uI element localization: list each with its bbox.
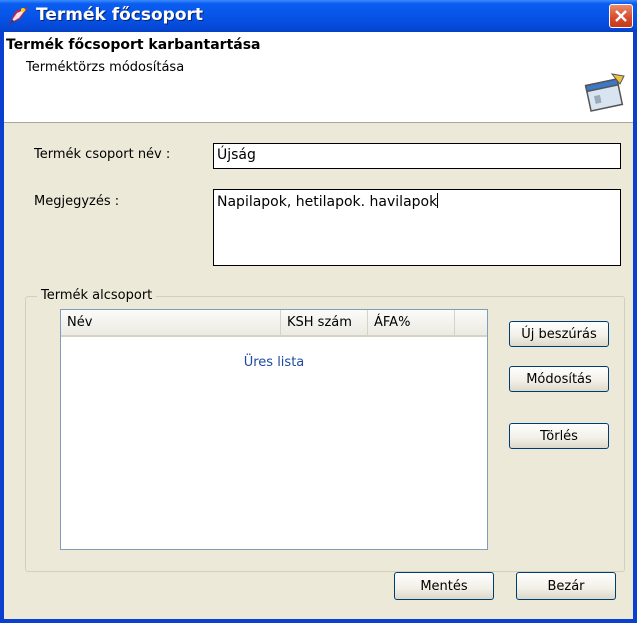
header-title: Termék főcsoport karbantartása <box>6 37 261 53</box>
group-name-label: Termék csoport név : <box>34 147 171 162</box>
text-caret <box>437 193 439 208</box>
close-button[interactable] <box>609 4 633 28</box>
app-icon <box>8 7 28 25</box>
dialog-client-area: Termék főcsoport karbantartása Terméktör… <box>4 32 633 619</box>
dialog-header: Termék főcsoport karbantartása Terméktör… <box>4 32 633 123</box>
edit-item-label: Módosítás <box>526 371 592 387</box>
delete-item-button[interactable]: Törlés <box>509 423 609 449</box>
group-name-value: Újság <box>217 147 256 163</box>
empty-list-text: Üres lista <box>243 355 305 370</box>
save-button[interactable]: Mentés <box>394 572 494 600</box>
list-header: Név KSH szám ÁFA% <box>61 310 487 337</box>
note-label: Megjegyzés : <box>34 194 120 209</box>
column-header-name[interactable]: Név <box>61 310 281 335</box>
new-item-label: Új beszúrás <box>521 326 597 342</box>
column-header-vat[interactable]: ÁFA% <box>368 310 455 335</box>
new-item-button[interactable]: Új beszúrás <box>509 321 609 347</box>
edit-item-button[interactable]: Módosítás <box>509 366 609 392</box>
dialog-window: Termék főcsoport Termék főcsoport karban… <box>0 0 637 623</box>
note-value: Napilapok, hetilapok. havilapok <box>217 194 438 210</box>
note-textarea[interactable]: Napilapok, hetilapok. havilapok <box>213 189 621 266</box>
title-bar[interactable]: Termék főcsoport <box>0 0 637 32</box>
subgroup-list[interactable]: Név KSH szám ÁFA% Üres lista <box>60 309 488 550</box>
window-title: Termék főcsoport <box>36 5 204 25</box>
close-icon <box>615 10 627 22</box>
window-edit-icon <box>584 73 625 112</box>
close-label: Bezár <box>547 578 585 594</box>
subgroup-legend: Termék alcsoport <box>37 288 157 303</box>
close-dialog-button[interactable]: Bezár <box>516 572 616 600</box>
delete-item-label: Törlés <box>540 428 578 444</box>
header-subtitle: Terméktörzs módosítása <box>26 60 185 75</box>
group-name-input[interactable]: Újság <box>213 143 621 169</box>
save-label: Mentés <box>420 578 468 594</box>
column-header-ksh[interactable]: KSH szám <box>281 310 368 335</box>
